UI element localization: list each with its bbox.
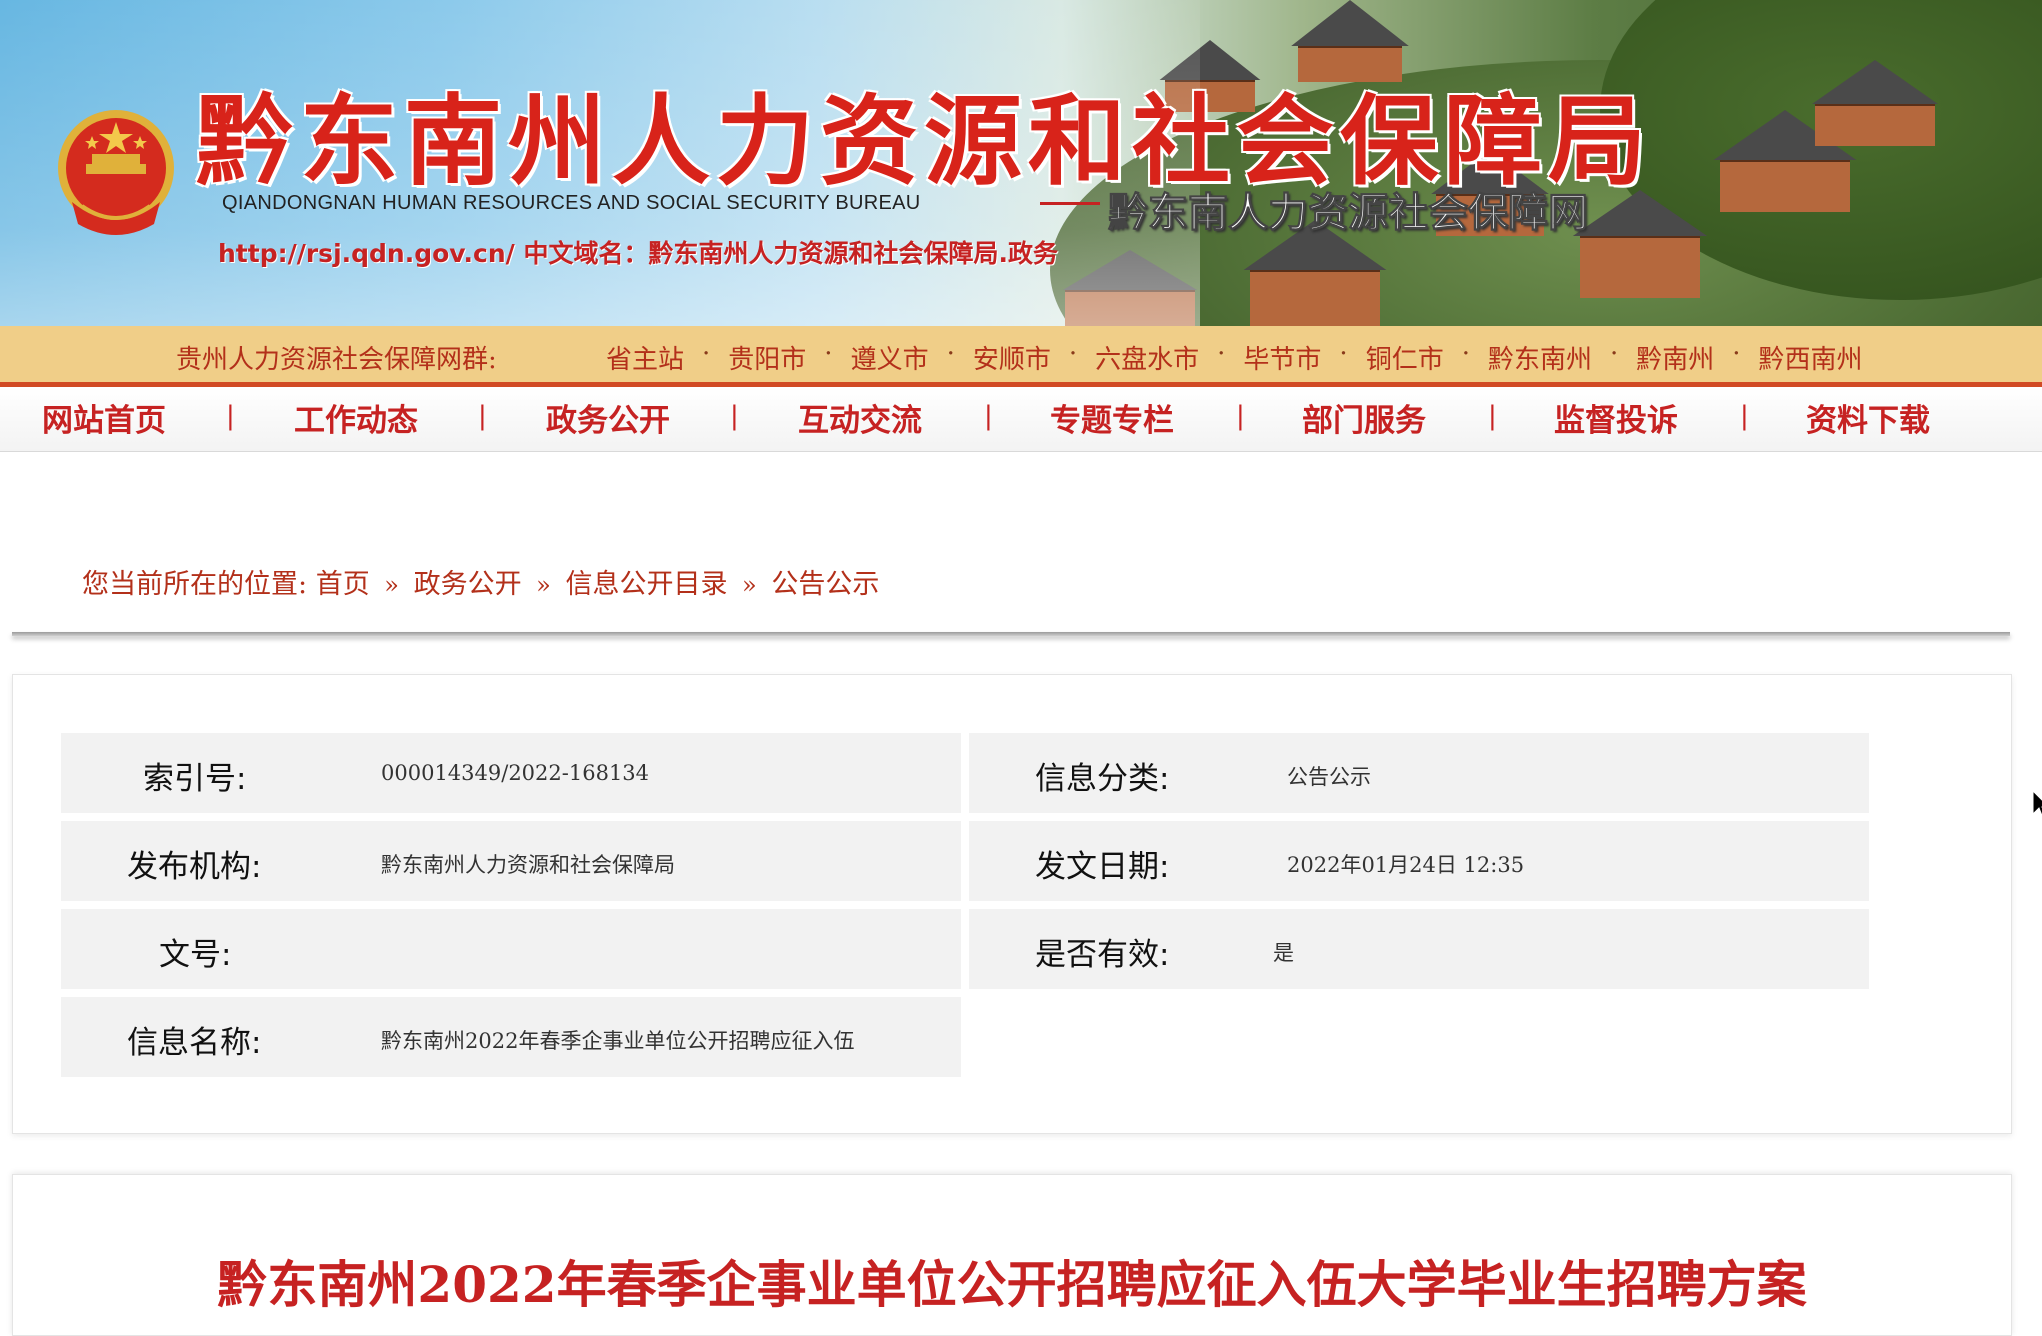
- nav-item-complaints[interactable]: 监督投诉: [1554, 395, 1678, 440]
- site-group-link[interactable]: 黔西南州: [1759, 339, 1863, 376]
- nav-item-news[interactable]: 工作动态: [294, 395, 418, 440]
- nav-separator: |: [984, 401, 993, 431]
- site-group-link[interactable]: 贵阳市: [728, 339, 806, 376]
- national-emblem-icon: [58, 110, 174, 235]
- meta-index-label: 索引号:: [143, 761, 247, 797]
- separator: ·: [946, 339, 955, 369]
- nav-separator: |: [478, 401, 487, 431]
- separator: ·: [1609, 339, 1619, 369]
- breadcrumb-separator: »: [742, 571, 757, 599]
- nav-separator: |: [1740, 401, 1749, 431]
- nav-item-interaction[interactable]: 互动交流: [798, 395, 922, 440]
- village-house: [1815, 104, 1935, 146]
- site-group-link[interactable]: 省主站: [606, 339, 684, 376]
- separator: ·: [824, 339, 833, 369]
- site-group-link[interactable]: 毕节市: [1243, 339, 1321, 376]
- site-group-link[interactable]: 铜仁市: [1366, 339, 1444, 376]
- nav-item-downloads[interactable]: 资料下载: [1806, 395, 1930, 440]
- breadcrumb-link-home[interactable]: 首页: [316, 569, 370, 600]
- village-house: [1580, 236, 1700, 298]
- breadcrumb-divider: [12, 632, 2010, 636]
- site-group-link[interactable]: 六盘水市: [1095, 339, 1199, 376]
- nav-item-topics[interactable]: 专题专栏: [1050, 395, 1174, 440]
- meta-valid-value: 是: [1273, 941, 1294, 965]
- site-group-bar: 贵州人力资源社会保障网群: 省主站 · 贵阳市 · 遵义市 · 安顺市 · 六盘…: [0, 326, 2042, 387]
- site-subtitle-en: QIANDONGNAN HUMAN RESOURCES AND SOCIAL S…: [222, 192, 921, 214]
- meta-valid: 是否有效: 是: [969, 909, 1869, 989]
- meta-publisher-label: 发布机构:: [127, 849, 262, 885]
- nav-item-dept-services[interactable]: 部门服务: [1302, 395, 1426, 440]
- meta-name-label: 信息名称:: [127, 1025, 262, 1061]
- nav-separator: |: [226, 401, 235, 431]
- meta-valid-label: 是否有效:: [1035, 937, 1170, 973]
- breadcrumb-link-notices[interactable]: 公告公示: [771, 569, 879, 600]
- main-nav: 网站首页 | 工作动态 | 政务公开 | 互动交流 | 专题专栏 | 部门服务 …: [0, 387, 2042, 452]
- village-roof: [1291, 0, 1409, 46]
- meta-publisher-value: 黔东南州人力资源和社会保障局: [381, 853, 675, 877]
- nav-item-home[interactable]: 网站首页: [42, 395, 166, 440]
- site-group-link[interactable]: 安顺市: [973, 339, 1051, 376]
- nav-separator: |: [730, 401, 739, 431]
- site-group-link[interactable]: 黔南州: [1636, 339, 1714, 376]
- site-group-link[interactable]: 遵义市: [851, 339, 929, 376]
- divider: [1040, 202, 1100, 205]
- network-name: 黔东南人力资源社会保障网: [1108, 190, 1589, 237]
- breadcrumb-separator: »: [384, 571, 399, 599]
- meta-category: 信息分类: 公告公示: [969, 733, 1869, 813]
- meta-name: 信息名称: 黔东南州2022年春季企事业单位公开招聘应征入伍: [61, 997, 961, 1077]
- nav-separator: |: [1236, 401, 1245, 431]
- village-house: [1720, 160, 1850, 212]
- meta-category-label: 信息分类:: [1035, 761, 1170, 797]
- separator: ·: [1339, 339, 1348, 369]
- breadcrumb-link-gov-affairs[interactable]: 政务公开: [414, 569, 522, 600]
- article-card: 黔东南州2022年春季企事业单位公开招聘应征入伍大学毕业生招聘方案: [12, 1174, 2012, 1336]
- separator: ·: [1461, 339, 1470, 369]
- nav-separator: |: [1488, 401, 1497, 431]
- meta-date: 发文日期: 2022年01月24日 12:35: [969, 821, 1869, 901]
- meta-date-label: 发文日期:: [1035, 849, 1170, 885]
- meta-date-value: 2022年01月24日 12:35: [1287, 853, 1525, 877]
- breadcrumb-link-catalog[interactable]: 信息公开目录: [565, 569, 727, 600]
- separator: ·: [1068, 339, 1078, 369]
- separator: ·: [1217, 339, 1226, 369]
- meta-doc-number-label: 文号:: [159, 937, 232, 973]
- meta-index-value: 000014349/2022-168134: [381, 761, 650, 785]
- meta-index: 索引号: 000014349/2022-168134: [61, 733, 961, 813]
- site-url[interactable]: http://rsj.qdn.gov.cn/ 中文域名：黔东南州人力资源和社会保…: [218, 234, 1058, 270]
- site-group-links: 省主站 · 贵阳市 · 遵义市 · 安顺市 · 六盘水市 · 毕节市 · 铜仁市…: [606, 339, 1863, 376]
- nav-item-gov-affairs[interactable]: 政务公开: [546, 395, 670, 440]
- separator: ·: [702, 339, 711, 369]
- meta-category-value: 公告公示: [1287, 765, 1371, 789]
- article-title: 黔东南州2022年春季企事业单位公开招聘应征入伍大学毕业生招聘方案: [217, 1255, 1807, 1314]
- breadcrumb-prefix: 您当前所在的位置:: [82, 569, 308, 600]
- info-meta-card: 索引号: 000014349/2022-168134 信息分类: 公告公示 发布…: [12, 674, 2012, 1134]
- mouse-cursor-icon: [2032, 790, 2042, 817]
- site-group-label: 贵州人力资源社会保障网群:: [176, 345, 497, 375]
- separator: ·: [1732, 339, 1741, 369]
- breadcrumb-separator: »: [536, 571, 551, 599]
- meta-name-value: 黔东南州2022年春季企事业单位公开招聘应征入伍: [381, 1029, 855, 1053]
- breadcrumb: 您当前所在的位置: 首页 » 政务公开 » 信息公开目录 » 公告公示: [82, 562, 879, 601]
- site-group-link[interactable]: 黔东南州: [1488, 339, 1592, 376]
- site-banner: 黔东南州人力资源和社会保障局 QIANDONGNAN HUMAN RESOURC…: [0, 0, 2042, 326]
- village-house: [1250, 270, 1380, 326]
- meta-publisher: 发布机构: 黔东南州人力资源和社会保障局: [61, 821, 961, 901]
- meta-doc-number: 文号:: [61, 909, 961, 989]
